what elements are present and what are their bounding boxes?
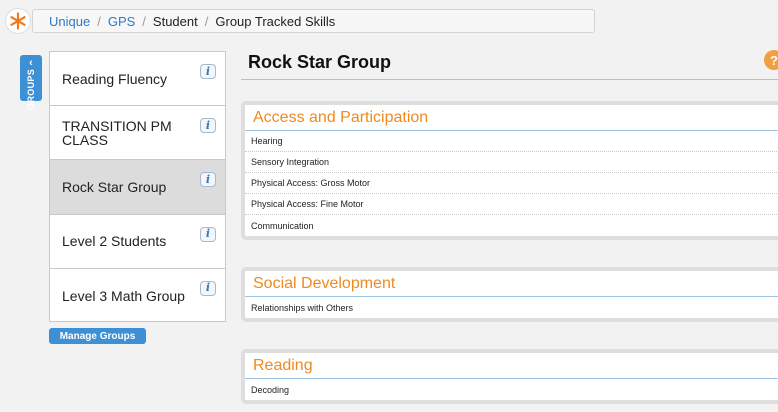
- skill-section-social-development: Social Development Relationships with Ot…: [241, 267, 778, 322]
- section-title: Social Development: [245, 271, 778, 297]
- skill-row[interactable]: Hearing: [245, 131, 778, 152]
- page-title: Rock Star Group: [248, 52, 392, 72]
- info-icon[interactable]: i: [200, 280, 216, 296]
- group-item-label: Level 3 Math Group: [62, 287, 185, 304]
- skill-row[interactable]: Physical Access: Fine Motor: [245, 194, 778, 215]
- skill-row[interactable]: Relationships with Others: [245, 297, 778, 318]
- breadcrumb-gps[interactable]: GPS: [108, 14, 135, 29]
- skill-section-access-participation: Access and Participation Hearing Sensory…: [241, 101, 778, 240]
- info-icon[interactable]: i: [200, 172, 216, 188]
- skill-row[interactable]: Physical Access: Gross Motor: [245, 173, 778, 194]
- group-item-label: Reading Fluency: [62, 70, 168, 87]
- app-logo[interactable]: [5, 8, 31, 34]
- snowflake-logo-icon: [10, 12, 26, 30]
- title-divider: [241, 79, 778, 80]
- group-item-reading-fluency[interactable]: Reading Fluency i: [50, 52, 225, 107]
- skill-row[interactable]: Decoding: [245, 379, 778, 400]
- groups-tab-label: GROUPS: [26, 69, 36, 110]
- breadcrumb-student: Student: [152, 13, 198, 29]
- group-item-rock-star-group[interactable]: Rock Star Group i: [50, 160, 225, 215]
- group-list: Reading Fluency i TRANSITION PM CLASS i …: [49, 51, 226, 322]
- breadcrumb-separator: /: [97, 13, 101, 29]
- breadcrumb: Unique / GPS / Student / Group Tracked S…: [32, 9, 595, 33]
- group-item-level-2-students[interactable]: Level 2 Students i: [50, 215, 225, 269]
- help-icon[interactable]: ?: [764, 50, 778, 70]
- info-icon[interactable]: i: [200, 118, 216, 134]
- skill-section-reading: Reading Decoding: [241, 349, 778, 404]
- groups-tab-toggle[interactable]: ‹ GROUPS: [20, 55, 42, 110]
- breadcrumb-current: Group Tracked Skills: [215, 13, 336, 29]
- group-item-level-3-math-group[interactable]: Level 3 Math Group i: [50, 269, 225, 323]
- section-title: Reading: [245, 353, 778, 379]
- info-icon[interactable]: i: [200, 226, 216, 242]
- breadcrumb-unique[interactable]: Unique: [49, 14, 90, 29]
- skill-row[interactable]: Communication: [245, 215, 778, 236]
- skill-row[interactable]: Sensory Integration: [245, 152, 778, 173]
- group-item-transition-pm-class[interactable]: TRANSITION PM CLASS i: [50, 106, 225, 161]
- section-title: Access and Participation: [245, 105, 778, 131]
- manage-groups-button[interactable]: Manage Groups: [49, 328, 146, 344]
- group-item-label: Rock Star Group: [62, 178, 167, 195]
- chevron-left-icon: ‹: [29, 57, 33, 69]
- group-item-label: TRANSITION PM CLASS: [62, 117, 172, 148]
- breadcrumb-separator: /: [204, 13, 209, 29]
- info-icon[interactable]: i: [200, 64, 216, 79]
- breadcrumb-separator: /: [142, 13, 146, 29]
- group-item-label: Level 2 Students: [62, 233, 167, 250]
